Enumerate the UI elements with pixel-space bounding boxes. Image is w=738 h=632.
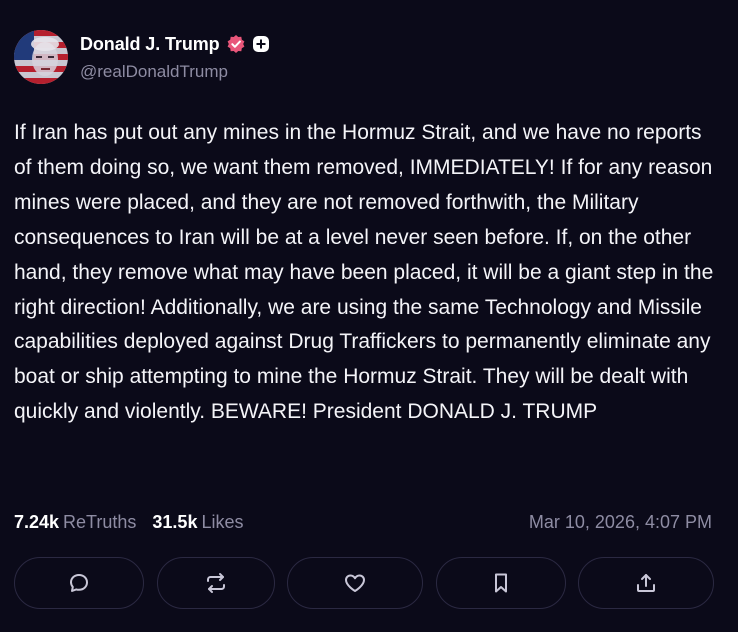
author-names: Donald J. Trump @realDonaldTrump xyxy=(80,32,270,82)
post-stats: 7.24k ReTruths 31.5k Likes Mar 10, 2026, 4… xyxy=(14,512,712,533)
likes-stat[interactable]: 31.5k Likes xyxy=(152,512,243,533)
retruths-label: ReTruths xyxy=(63,512,137,532)
avatar[interactable] xyxy=(14,30,68,84)
retruths-stat[interactable]: 7.24k ReTruths xyxy=(14,512,136,533)
reply-button[interactable] xyxy=(14,557,144,609)
heart-icon xyxy=(345,574,365,592)
action-bar xyxy=(14,557,714,611)
bookmark-button[interactable] xyxy=(435,557,566,609)
post-header: Donald J. Trump @realDonaldTrump xyxy=(14,30,270,84)
avatar-image xyxy=(14,30,68,84)
post-text: If Iran has put out any mines in the Hor… xyxy=(14,121,720,424)
comment-icon xyxy=(70,574,88,592)
likes-count: 31.5k xyxy=(152,512,198,532)
retruth-button[interactable] xyxy=(156,557,275,609)
share-button[interactable] xyxy=(578,557,714,609)
plus-badge-icon xyxy=(252,35,270,53)
verified-badge-icon xyxy=(226,34,246,54)
author-handle[interactable]: @realDonaldTrump xyxy=(80,62,270,82)
post-timestamp[interactable]: Mar 10, 2026, 4:07 PM xyxy=(529,512,712,533)
truth-post: Donald J. Trump @realDonaldTrump If Iran… xyxy=(0,0,738,632)
bookmark-icon xyxy=(494,573,507,593)
retruths-count: 7.24k xyxy=(14,512,60,532)
likes-label: Likes xyxy=(201,512,244,532)
like-button[interactable] xyxy=(287,557,423,609)
share-icon xyxy=(637,574,655,592)
name-row: Donald J. Trump xyxy=(80,32,270,56)
display-name[interactable]: Donald J. Trump xyxy=(80,34,220,55)
retruth-icon xyxy=(206,573,225,593)
